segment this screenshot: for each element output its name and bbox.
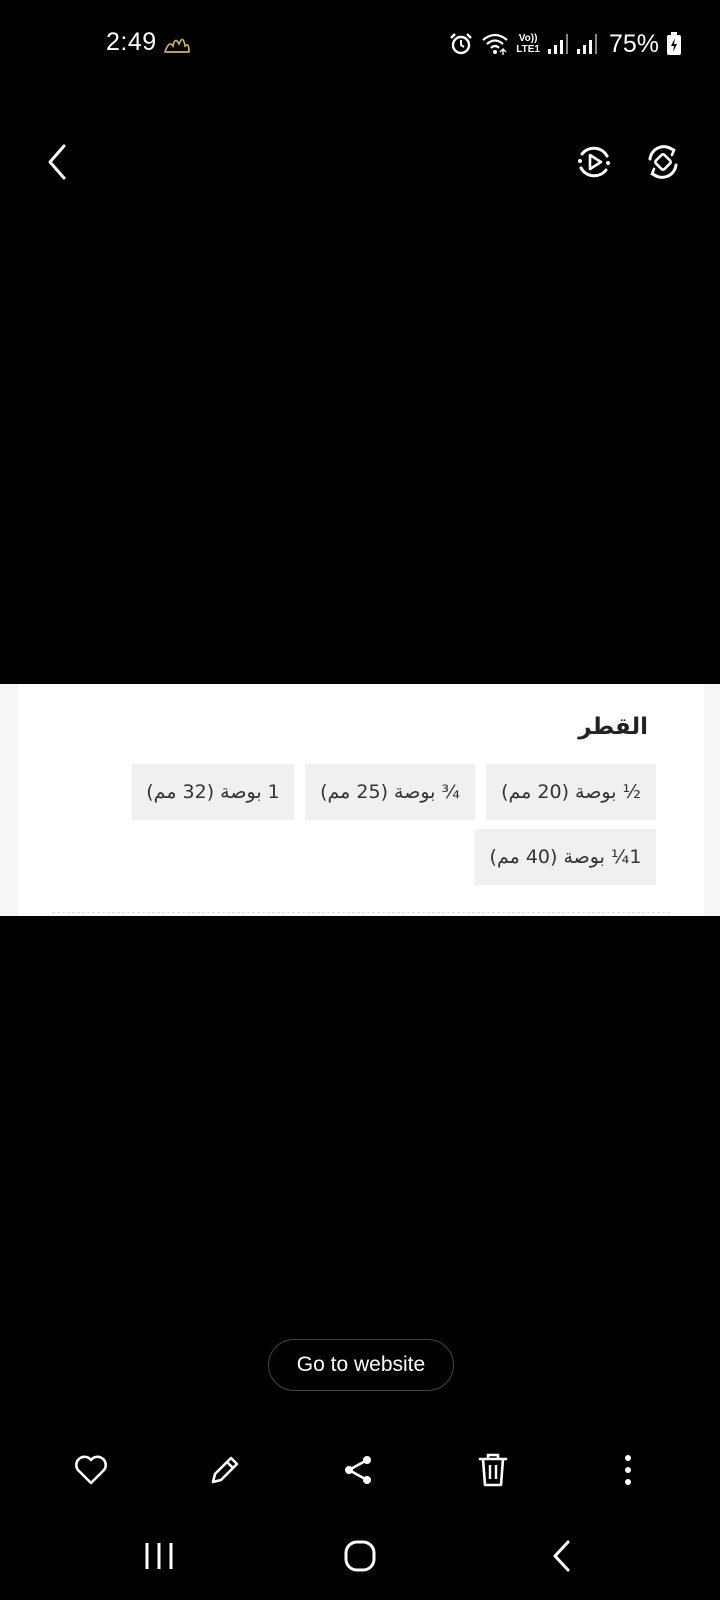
rotate-button[interactable] bbox=[633, 132, 693, 192]
status-time: 2:49 bbox=[106, 28, 157, 56]
image-card: القطر ½ بوصة (20 مم) ¾ بوصة (25 مم) 1 بو… bbox=[18, 684, 704, 916]
system-back-button[interactable] bbox=[527, 1526, 597, 1586]
image-title: القطر bbox=[578, 714, 648, 740]
nav-back-icon bbox=[553, 1540, 570, 1572]
signal-icon bbox=[576, 34, 597, 54]
status-indicators: Vo)) LTE1 75% bbox=[448, 28, 682, 60]
go-to-website-button[interactable]: Go to website bbox=[268, 1339, 454, 1391]
delete-button[interactable] bbox=[463, 1440, 523, 1500]
back-button[interactable] bbox=[27, 132, 87, 192]
motion-photo-icon bbox=[578, 146, 610, 178]
emblem-icon bbox=[163, 38, 190, 53]
share-button[interactable] bbox=[328, 1440, 388, 1500]
pencil-icon bbox=[211, 1456, 239, 1484]
back-icon bbox=[48, 144, 66, 180]
bottom-action-bar bbox=[0, 1440, 720, 1500]
home-icon bbox=[344, 1540, 376, 1572]
more-icon bbox=[625, 1455, 631, 1485]
wifi-icon bbox=[482, 33, 508, 55]
share-icon bbox=[345, 1456, 371, 1484]
rotate-icon bbox=[648, 145, 678, 179]
battery-percent: 75% bbox=[608, 29, 659, 58]
image-divider bbox=[52, 912, 670, 913]
option-chip: ¾ بوصة (25 مم) bbox=[305, 764, 475, 820]
option-chip: 1¼ بوصة (40 مم) bbox=[475, 829, 656, 885]
motion-photo-button[interactable] bbox=[564, 132, 624, 192]
battery-icon bbox=[667, 32, 681, 55]
alarm-icon bbox=[450, 33, 473, 55]
network-label-top: Vo)) bbox=[518, 33, 538, 44]
screenshot-image[interactable]: القطر ½ بوصة (20 مم) ¾ بوصة (25 مم) 1 بو… bbox=[0, 684, 720, 916]
recents-icon bbox=[145, 1543, 173, 1569]
network-label-bottom: LTE1 bbox=[516, 44, 540, 55]
edit-button[interactable] bbox=[195, 1440, 255, 1500]
option-chip: ½ بوصة (20 مم) bbox=[486, 764, 656, 820]
signal-icon bbox=[547, 34, 568, 54]
more-options-button[interactable] bbox=[598, 1440, 658, 1500]
status-bar: 2:49 Vo)) LTE1 75% bbox=[0, 0, 720, 90]
viewer-top-bar bbox=[0, 110, 720, 190]
gallery-viewer-screen: 2:49 Vo)) LTE1 75% القطر ½ بوصة (20 مم) … bbox=[0, 0, 720, 1600]
option-chip: 1 بوصة (32 مم) bbox=[132, 764, 294, 820]
system-navigation-bar bbox=[0, 1526, 720, 1586]
trash-icon bbox=[478, 1453, 508, 1487]
home-button[interactable] bbox=[325, 1526, 395, 1586]
volte-icon: Vo)) LTE1 bbox=[516, 33, 540, 55]
heart-icon bbox=[75, 1455, 107, 1485]
recents-button[interactable] bbox=[124, 1526, 194, 1586]
favorite-button[interactable] bbox=[61, 1440, 121, 1500]
